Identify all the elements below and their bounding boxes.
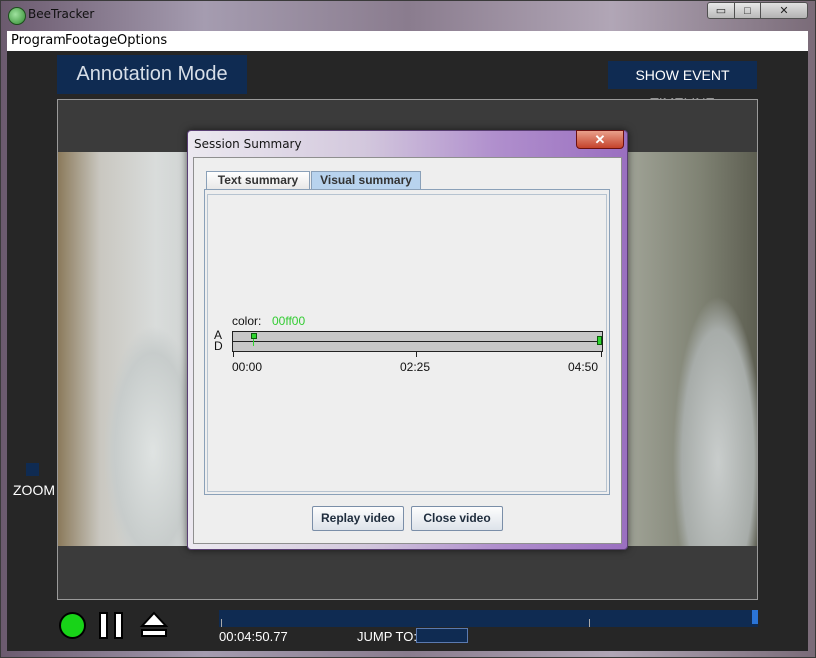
dialog-title: Session Summary	[194, 137, 302, 151]
jump-to-input[interactable]	[416, 628, 468, 643]
maximize-button[interactable]: □	[734, 2, 761, 19]
axis-label-middle: 02:25	[400, 360, 431, 374]
eject-icon-bar	[141, 629, 167, 637]
close-window-button[interactable]: ✕	[760, 2, 808, 19]
event-track-divider	[232, 341, 603, 342]
window-title: BeeTracker	[28, 7, 95, 21]
time-readout: 00:04:50.77	[219, 629, 288, 644]
menu-footage[interactable]: Footage	[65, 33, 117, 48]
eject-icon	[139, 611, 169, 627]
axis-label-end: 04:50	[568, 360, 599, 374]
axis-tick	[416, 352, 417, 357]
axis-label-start: 00:00	[232, 360, 263, 374]
seek-thumb[interactable]	[752, 610, 758, 624]
title-bar[interactable]: BeeTracker ▭ □ ✕	[0, 0, 816, 30]
axis-tick	[601, 352, 602, 357]
axis-tick	[233, 352, 234, 357]
row-label-d: D	[214, 339, 223, 353]
color-label: color:	[232, 314, 262, 328]
show-event-timeline-button[interactable]: SHOW EVENT TIMELINE	[608, 61, 757, 111]
tab-text-summary[interactable]: Text summary	[206, 171, 310, 189]
dialog-close-button[interactable]: ✕	[576, 130, 624, 149]
event-marker-start	[251, 333, 257, 339]
pause-icon	[114, 612, 123, 639]
close-video-button[interactable]: Close video	[411, 506, 503, 531]
menu-bar: Program Footage Options	[7, 31, 808, 52]
jump-to-label: JUMP TO:	[357, 629, 417, 644]
menu-program[interactable]: Program	[11, 33, 66, 48]
minimize-button[interactable]: ▭	[707, 2, 735, 19]
play-button[interactable]	[59, 612, 86, 639]
seek-tick	[589, 619, 590, 627]
pause-button[interactable]	[99, 612, 127, 639]
zoom-indicator[interactable]	[26, 463, 39, 476]
menu-options[interactable]: Options	[117, 33, 167, 48]
replay-video-button[interactable]: Replay video	[312, 506, 404, 531]
pause-icon	[99, 612, 108, 639]
color-value: 00ff00	[272, 314, 306, 328]
seek-tick	[221, 619, 222, 627]
eject-button[interactable]	[139, 610, 169, 640]
zoom-label: ZOOM	[13, 482, 55, 498]
tab-visual-summary[interactable]: Visual summary	[311, 171, 421, 189]
app-logo-icon	[8, 7, 26, 25]
event-marker-tick	[253, 339, 254, 346]
mode-label: Annotation Mode	[57, 55, 247, 94]
seek-bar[interactable]	[219, 610, 758, 627]
event-marker-end	[597, 336, 602, 345]
